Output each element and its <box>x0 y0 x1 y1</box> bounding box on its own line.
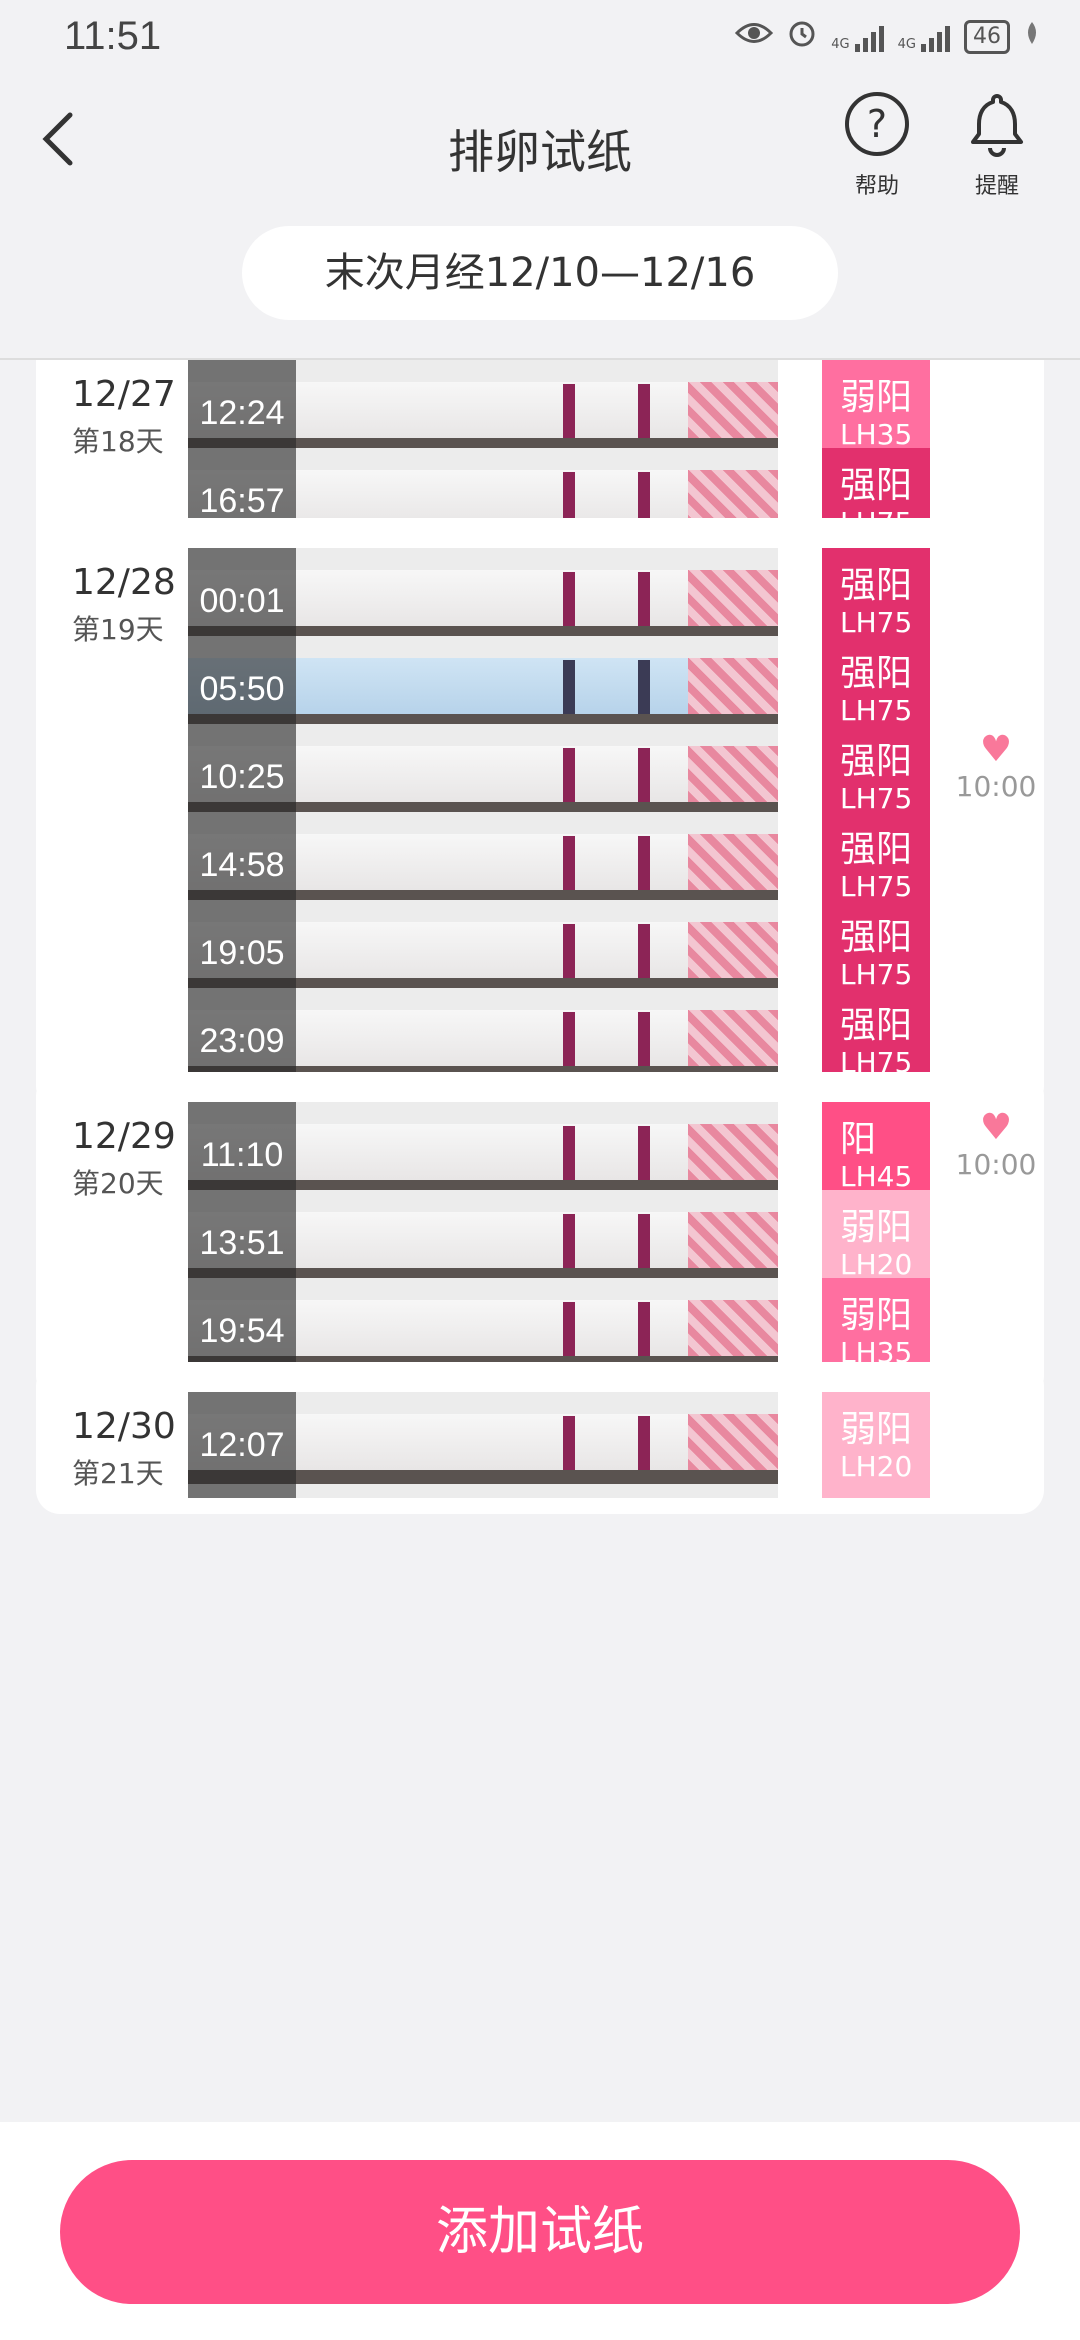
result-label: 强阳 <box>840 741 913 782</box>
lh-value: LH75 <box>840 782 913 815</box>
result-label: 弱阳 <box>840 1207 913 1248</box>
cycle-day: 第21天 <box>72 1457 164 1490</box>
control-line <box>638 1012 650 1066</box>
lh-value: LH75 <box>840 606 913 639</box>
control-line <box>638 924 650 978</box>
test-line <box>563 836 575 890</box>
strip-end <box>688 1124 778 1180</box>
intercourse-time: 10:00 <box>955 1148 1037 1181</box>
bottom-bar: 添加试纸 <box>0 2122 1080 2340</box>
result-label: 阳 <box>840 1119 877 1160</box>
lh-value: LH75 <box>840 870 913 903</box>
result-label: 强阳 <box>840 653 913 694</box>
result-label: 弱阳 <box>840 377 913 418</box>
lh-value: LH20 <box>840 1248 913 1281</box>
result-label: 强阳 <box>840 829 913 870</box>
control-line <box>638 836 650 890</box>
test-line <box>563 384 575 438</box>
strip-end <box>688 1010 778 1066</box>
test-line <box>563 748 575 802</box>
test-line <box>563 1302 575 1356</box>
strip-end <box>688 746 778 802</box>
strip-end <box>688 382 778 438</box>
alarm-icon <box>787 18 817 55</box>
cycle-day: 第18天 <box>72 425 164 458</box>
day-card: 12/29 第20天 11:10 阳 LH45 ♥ 10:00 13:51 弱阳 LH20 19:5… <box>36 1072 1044 1400</box>
strip-end <box>688 658 778 714</box>
add-strip-button[interactable]: 添加试纸 <box>60 2160 1020 2304</box>
control-line <box>638 748 650 802</box>
day-date: 12/29 <box>72 1116 176 1157</box>
last-period-selector[interactable]: 末次月经12/10—12/16 <box>242 226 838 320</box>
lh-value: LH45 <box>840 1160 913 1193</box>
eye-icon <box>735 20 774 53</box>
cycle-day: 第20天 <box>72 1167 164 1200</box>
lh-value: LH75 <box>840 958 913 991</box>
control-line <box>638 1302 650 1356</box>
day-card: 12/30 第21天 12:07 弱阳 LH20 <box>36 1362 1044 1514</box>
test-line <box>563 924 575 978</box>
result-label: 强阳 <box>840 917 913 958</box>
status-bar: 11:51 4G 4G 46 <box>0 0 1080 78</box>
control-line <box>638 1416 650 1470</box>
control-line <box>638 572 650 626</box>
remind-label: 提醒 <box>974 174 1019 199</box>
test-line <box>563 1012 575 1066</box>
strip-end <box>688 570 778 626</box>
result-label: 强阳 <box>840 565 913 606</box>
day-date: 12/30 <box>72 1406 176 1447</box>
leaf-icon <box>1024 20 1040 53</box>
status-time: 11:51 <box>64 14 162 58</box>
test-line <box>563 1126 575 1180</box>
test-line <box>563 1416 575 1470</box>
heart-icon: ♥ <box>979 1107 1013 1148</box>
day-date: 12/27 <box>72 374 176 415</box>
result-label: 弱阳 <box>840 1295 913 1336</box>
nav-bar: 排卵试纸 ? 帮助 提醒 <box>0 78 1080 208</box>
control-line <box>638 1214 650 1268</box>
control-line <box>638 384 650 438</box>
status-icons: 4G 4G 46 <box>735 18 1040 55</box>
signal-icon-1: 4G <box>831 22 884 52</box>
strip-end <box>688 1300 778 1356</box>
cycle-day: 第19天 <box>72 613 164 646</box>
intercourse-time: 10:00 <box>955 770 1037 803</box>
strip-end <box>688 1414 778 1470</box>
svg-text:?: ? <box>867 102 887 146</box>
result-label: 强阳 <box>840 1005 913 1046</box>
control-line <box>638 660 650 714</box>
remind-button[interactable]: 提醒 <box>952 90 1042 200</box>
lh-value: LH35 <box>840 418 913 451</box>
day-card: 12/28 第19天 00:01 强阳 LH75 05:50 强阳 LH75 10:25 强阳 LH… <box>36 518 1044 1110</box>
help-button[interactable]: ? 帮助 <box>832 90 922 200</box>
test-strip-list[interactable]: 12/27第18天12:24弱阳LH3516:57强阳LH7520:54强阳LH… <box>0 360 1080 2122</box>
heart-icon: ♥ <box>979 729 1013 770</box>
test-line <box>563 1214 575 1268</box>
control-line <box>638 1126 650 1180</box>
lh-value: LH20 <box>840 1450 913 1483</box>
signal-icon-2: 4G <box>898 22 950 52</box>
battery-icon: 46 <box>964 19 1010 54</box>
intercourse-record[interactable]: ♥ 10:00 <box>946 1102 1044 1182</box>
result-label: 弱阳 <box>840 1409 913 1450</box>
strip-end <box>688 834 778 890</box>
test-strip-photo[interactable]: 12:07 <box>188 1392 778 1498</box>
test-line <box>563 660 575 714</box>
bell-icon <box>952 90 1042 164</box>
lh-value: LH75 <box>840 694 913 727</box>
help-icon: ? <box>832 90 922 164</box>
test-line <box>563 572 575 626</box>
result-badge: 弱阳 LH20 <box>822 1392 930 1498</box>
test-strip-row[interactable]: 12:07 弱阳 LH20 <box>188 1392 930 1498</box>
result-label: 强阳 <box>840 465 913 506</box>
strip-end <box>688 922 778 978</box>
help-label: 帮助 <box>854 174 899 199</box>
test-time: 12:07 <box>188 1392 296 1498</box>
day-date: 12/28 <box>72 562 176 603</box>
strip-end <box>688 1212 778 1268</box>
intercourse-record[interactable]: ♥ 10:00 <box>946 724 1044 804</box>
